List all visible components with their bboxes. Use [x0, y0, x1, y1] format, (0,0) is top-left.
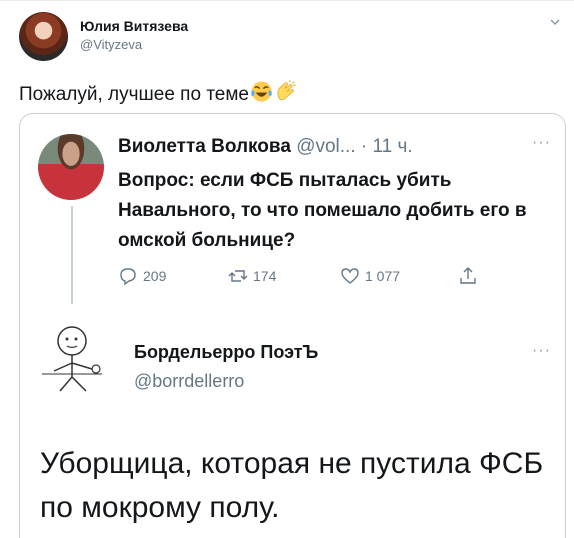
like-count: 1 077 [365, 268, 401, 284]
share-icon [460, 267, 476, 284]
reply-text: Уборщица, которая не пустила ФСБ по мокр… [40, 447, 544, 524]
quoted-author-handle: @vol... [296, 136, 356, 157]
tweet-text: Пожалуй, лучшее по теме [19, 80, 297, 106]
heart-icon [341, 268, 359, 284]
thread-line [71, 206, 73, 304]
reply-avatar [42, 326, 102, 392]
author-handle[interactable]: @Vityzeva [80, 37, 142, 52]
retweet-action: 174 [228, 266, 276, 286]
more-icon: ··· [532, 134, 551, 151]
screenshot-image[interactable]: Виолетта Волкова @vol... · 11 ч. ··· Воп… [19, 113, 566, 538]
tweet-text-content: Пожалуй, лучшее по теме [19, 84, 250, 105]
quoted-header: Виолетта Волкова @vol... · 11 ч. [118, 136, 413, 158]
like-action: 1 077 [340, 266, 400, 286]
quoted-avatar [38, 134, 104, 200]
chevron-down-icon[interactable] [549, 16, 561, 28]
retweet-icon [228, 270, 248, 282]
divider [0, 0, 574, 1]
more-icon: ··· [532, 342, 551, 359]
reply-action: 209 [118, 266, 166, 286]
laughing-crying-emoji-icon [251, 81, 272, 102]
quoted-actions: 209 174 1 077 [118, 266, 518, 290]
retweet-count: 174 [253, 268, 277, 284]
quoted-text: Вопрос: если ФСБ пыталась убить Навально… [118, 170, 527, 251]
reply-count: 209 [143, 268, 167, 284]
quoted-author-name: Виолетта Волкова [118, 136, 291, 157]
author-name[interactable]: Юлия Витязева [80, 18, 188, 34]
quoted-time: · 11 ч. [360, 136, 413, 157]
share-action [458, 266, 478, 286]
author-avatar[interactable] [19, 12, 68, 61]
reply-author-handle: @borrdellerro [134, 371, 245, 391]
tweet-card: Юлия Витязева @Vityzeva Пожалуй, лучшее … [0, 0, 574, 538]
reply-author-name: Бордельерро ПоэтЪ [134, 342, 319, 362]
reply-icon [120, 268, 136, 286]
clapping-hands-emoji-icon [277, 80, 296, 101]
